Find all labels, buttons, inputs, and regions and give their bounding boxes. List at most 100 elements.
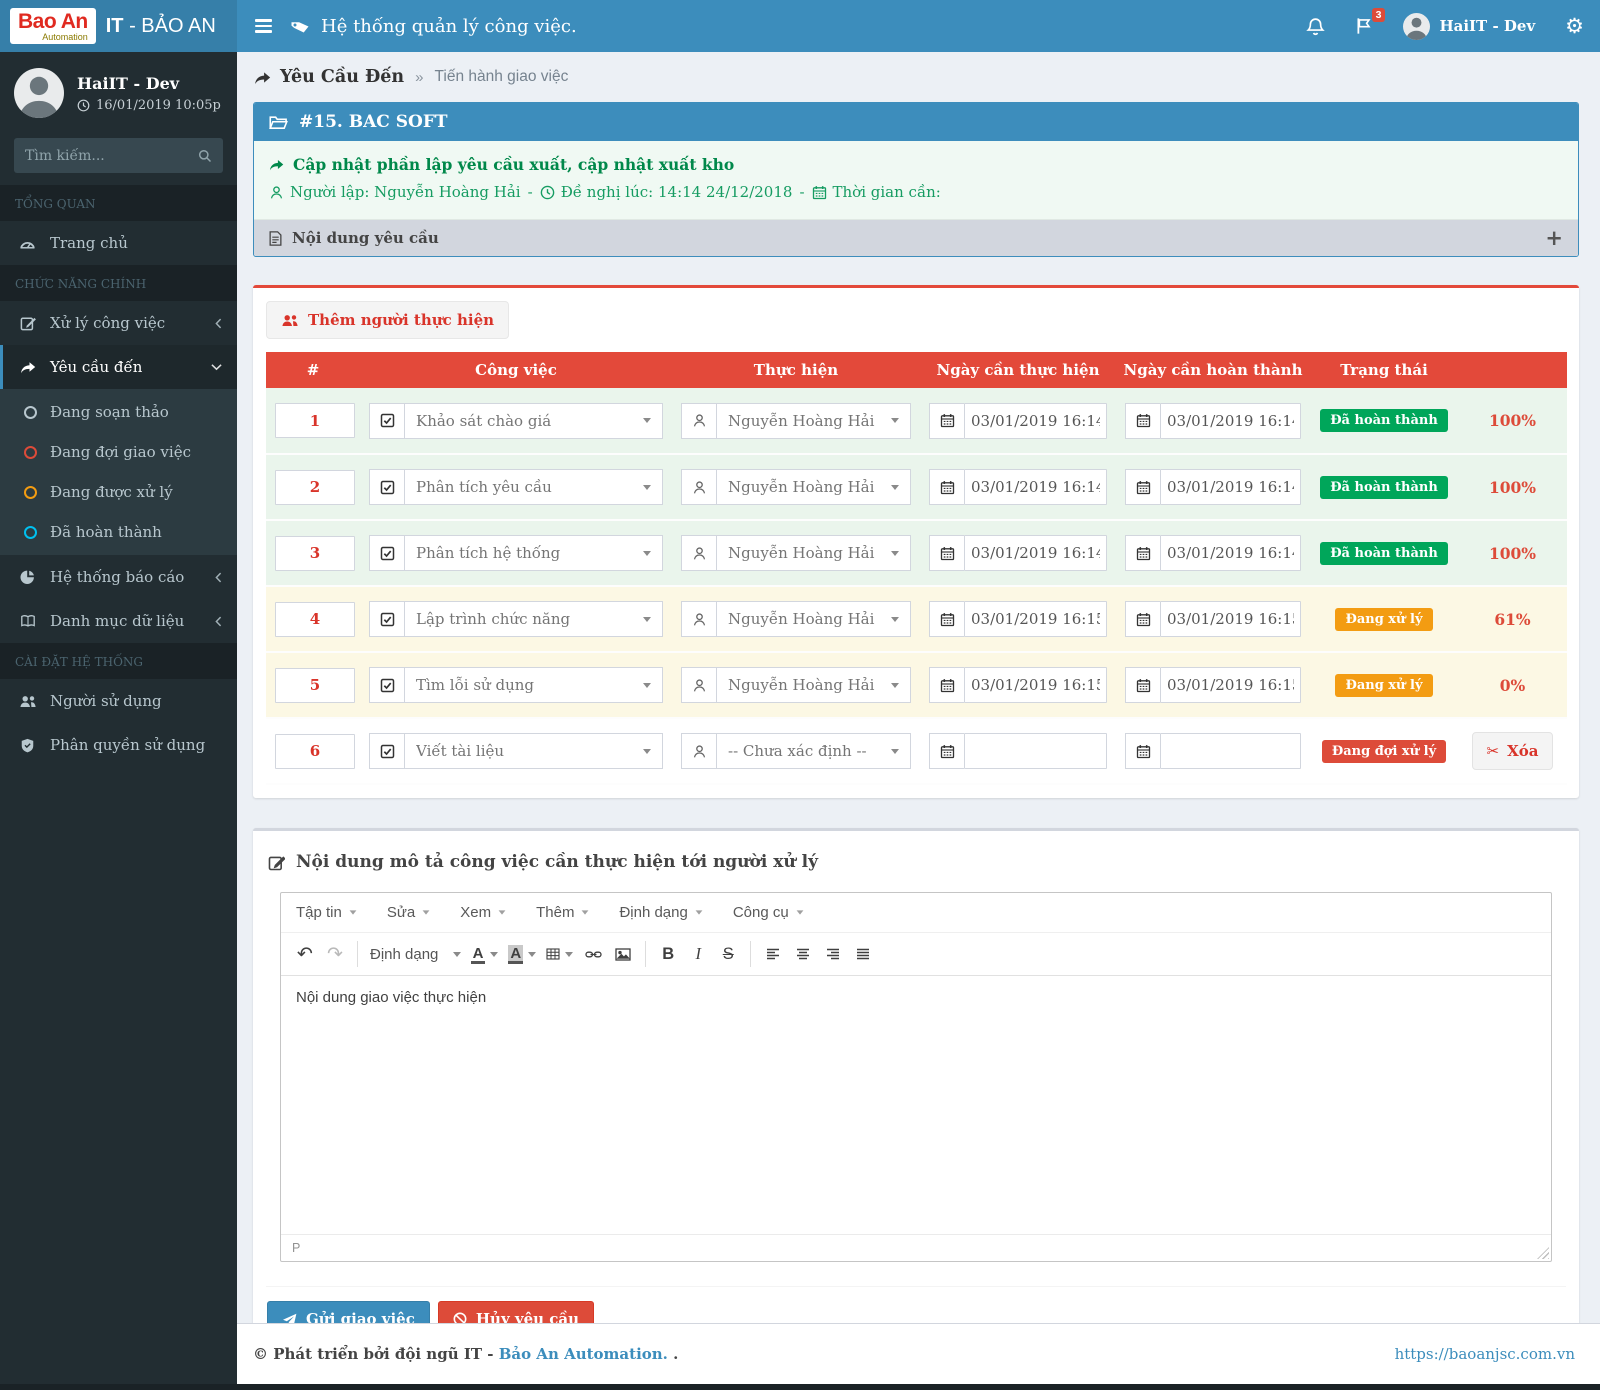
website-link[interactable]: https://baoanjsc.com.vn — [1395, 1345, 1575, 1363]
end-date-input[interactable] — [1160, 535, 1301, 571]
format-dropdown[interactable]: Định dạng — [365, 939, 466, 969]
end-date-input[interactable] — [1160, 733, 1301, 769]
editor-menu-2[interactable]: Xem — [460, 904, 506, 921]
sidebar-item-process[interactable]: Xử lý công việc — [0, 301, 237, 345]
brand-logo[interactable]: Bao An Automation IT - BẢO AN — [0, 0, 237, 52]
insert-image-button[interactable] — [608, 939, 638, 969]
status-badge: Đã hoàn thành — [1320, 541, 1448, 565]
background-color-button[interactable]: A — [503, 939, 541, 969]
editor-menu-5[interactable]: Công cụ — [733, 904, 804, 921]
delete-row-button[interactable]: ✂ Xóa — [1471, 732, 1554, 770]
book-icon — [18, 614, 37, 628]
end-date-input[interactable] — [1160, 601, 1301, 637]
row-number-input[interactable] — [275, 601, 355, 637]
editor-menu-0[interactable]: Tập tin — [296, 904, 357, 921]
align-center-button[interactable] — [788, 939, 818, 969]
sidebar-item-permissions[interactable]: Phân quyền sử dụng — [0, 723, 237, 767]
start-date-input[interactable] — [964, 601, 1107, 637]
sidebar-item-reports[interactable]: Hệ thống báo cáo — [0, 555, 237, 599]
editor-menu-1[interactable]: Sửa — [387, 904, 430, 921]
start-date-input[interactable] — [964, 535, 1107, 571]
editor-menu-4[interactable]: Định dạng — [619, 904, 703, 921]
task-select[interactable]: Khảo sát chào giá — [404, 402, 663, 439]
undo-button[interactable]: ↶ — [290, 939, 320, 969]
align-justify-button[interactable] — [848, 939, 878, 969]
start-date-input[interactable] — [964, 402, 1107, 439]
task-select-value: Tìm lỗi sử dụng — [416, 676, 534, 694]
start-date-input[interactable] — [964, 733, 1107, 769]
insert-table-button[interactable] — [541, 939, 578, 969]
text-color-button[interactable]: A — [466, 939, 504, 969]
assignee-select[interactable]: Nguyễn Hoàng Hải — [716, 535, 911, 571]
content-column: Yêu Cầu Đến » Tiến hành giao việc #15. B… — [237, 52, 1600, 1384]
cancel-request-button[interactable]: Hủy yêu cầu — [437, 1301, 595, 1323]
notifications-button[interactable] — [1306, 17, 1325, 36]
task-select[interactable]: Phân tích hệ thống — [404, 535, 663, 571]
sidebar-item-categories[interactable]: Danh mục dữ liệu — [0, 599, 237, 643]
bold-button[interactable]: B — [653, 939, 683, 969]
row-number-input[interactable] — [275, 403, 355, 438]
search-button[interactable] — [198, 149, 212, 163]
align-right-button[interactable] — [818, 939, 848, 969]
company-link[interactable]: Bảo An Automation. — [499, 1345, 668, 1363]
redo-button[interactable]: ↷ — [320, 939, 350, 969]
calendar-icon — [940, 546, 955, 561]
avatar — [1403, 12, 1431, 40]
start-date-input[interactable] — [964, 667, 1107, 703]
settings-button[interactable]: ⚙ — [1565, 15, 1584, 37]
expand-plus-icon[interactable]: + — [1545, 227, 1563, 248]
assignee-select[interactable]: Nguyễn Hoàng Hải — [716, 469, 911, 505]
start-date-input[interactable] — [964, 469, 1107, 505]
editor-content[interactable]: Nội dung giao việc thực hiện — [281, 976, 1551, 1234]
flags-button[interactable]: 3 — [1355, 8, 1386, 35]
send-assignment-button[interactable]: Gửi giao việc — [267, 1301, 430, 1323]
task-select[interactable]: Viết tài liệu — [404, 733, 663, 769]
italic-button[interactable]: I — [683, 939, 713, 969]
check-square-icon — [369, 402, 404, 439]
sidebar-toggle-icon[interactable] — [253, 13, 274, 39]
toolbar-divider — [645, 941, 647, 967]
strikethrough-button[interactable]: S — [713, 939, 743, 969]
end-date-input[interactable] — [1160, 469, 1301, 505]
end-date-input[interactable] — [1160, 402, 1301, 439]
sidebar-item-users[interactable]: Người sử dụng — [0, 679, 237, 723]
caret-down-icon — [422, 910, 430, 915]
task-select[interactable]: Tìm lỗi sử dụng — [404, 667, 663, 703]
sidebar-subitem-1[interactable]: Đang đợi giao việc — [0, 432, 237, 472]
footer: © Phát triển bởi đội ngũ IT - Bảo An Aut… — [237, 1323, 1600, 1384]
row-number-input[interactable] — [275, 733, 355, 769]
search-input[interactable] — [25, 147, 198, 164]
user-menu[interactable]: HaiIT - Dev — [1403, 12, 1535, 40]
requests-submenu: Đang soạn thảo Đang đợi giao việc Đang đ… — [0, 389, 237, 555]
assignee-select[interactable]: Nguyễn Hoàng Hải — [716, 667, 911, 703]
task-select-value: Phân tích yêu cầu — [416, 478, 552, 496]
sidebar-item-home[interactable]: Trang chủ — [0, 221, 237, 265]
end-date-input[interactable] — [1160, 667, 1301, 703]
align-left-button[interactable] — [758, 939, 788, 969]
sidebar-subitem-3[interactable]: Đã hoàn thành — [0, 512, 237, 552]
image-icon — [615, 948, 631, 961]
task-select[interactable]: Lập trình chức năng — [404, 601, 663, 637]
row-number-input[interactable] — [275, 535, 355, 571]
add-assignee-button[interactable]: Thêm người thực hiện — [266, 301, 510, 339]
search-icon — [198, 149, 212, 163]
caret-down-icon — [490, 951, 499, 957]
insert-link-button[interactable] — [578, 939, 608, 969]
task-select[interactable]: Phân tích yêu cầu — [404, 469, 663, 505]
request-content-toggle[interactable]: Nội dung yêu cầu + — [254, 220, 1578, 256]
assignee-select[interactable]: Nguyễn Hoàng Hải — [716, 601, 911, 637]
resize-handle[interactable] — [1537, 1247, 1549, 1259]
request-meta: Người lập: Nguyễn Hoàng Hải - Đề nghị lú… — [269, 183, 1563, 201]
sidebar-subitem-2[interactable]: Đang được xử lý — [0, 472, 237, 512]
sidebar-subitem-0[interactable]: Đang soạn thảo — [0, 392, 237, 432]
edit-icon — [268, 854, 285, 871]
assignee-select[interactable]: -- Chưa xác định -- — [716, 733, 911, 769]
breadcrumb-current[interactable]: Yêu Cầu Đến — [254, 67, 404, 87]
editor-menu-3[interactable]: Thêm — [536, 904, 589, 921]
progress-percent: 61% — [1494, 609, 1531, 629]
file-text-icon — [269, 231, 282, 246]
assignee-select[interactable]: Nguyễn Hoàng Hải — [716, 402, 911, 439]
sidebar-item-requests[interactable]: Yêu cầu đến — [0, 345, 237, 389]
row-number-input[interactable] — [275, 469, 355, 505]
row-number-input[interactable] — [275, 667, 355, 703]
